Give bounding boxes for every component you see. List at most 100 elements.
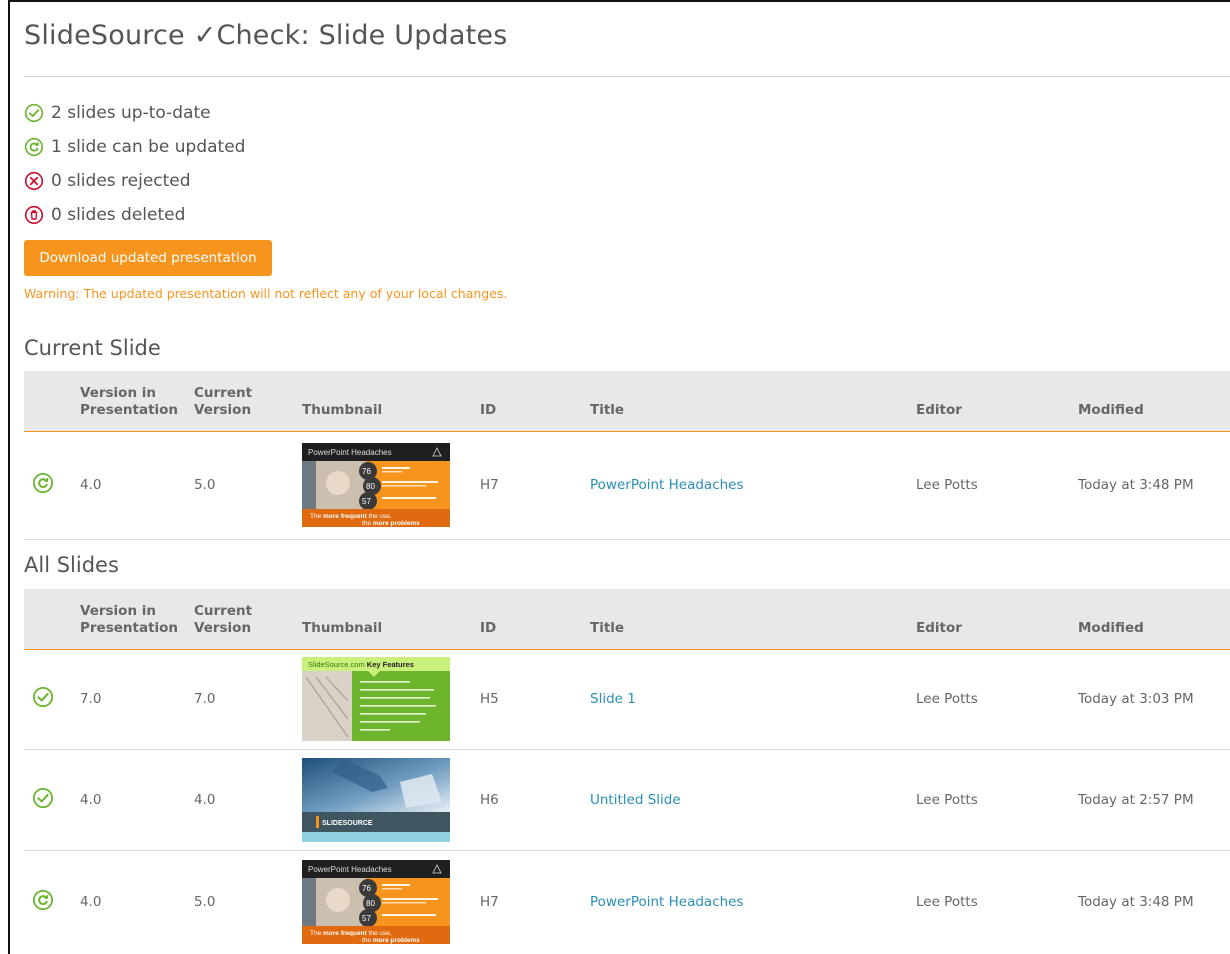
header-line: Current <box>194 602 253 619</box>
table-header-row: Version in Presentation Current Version Th… <box>24 371 1230 431</box>
header-line: Current <box>194 384 253 401</box>
summary-deleted: 0 slides deleted <box>24 198 245 232</box>
heading-part: SlideSource.com <box>308 660 367 669</box>
table-row[interactable]: 4.0 4.0 SLIDESOURCE H6 Untitled Slide Le… <box>24 749 1230 850</box>
refresh-circle-icon <box>32 889 54 911</box>
editor-cell: Lee Potts <box>916 791 978 808</box>
table-row[interactable]: 4.0 5.0 PowerPoint Headaches 76 80 57 Th… <box>24 850 1230 954</box>
id-header[interactable]: ID <box>480 589 590 649</box>
header-line: Version <box>194 401 252 418</box>
title-divider <box>24 76 1230 77</box>
status-column-header <box>24 371 80 431</box>
current-slide-heading: Current Slide <box>24 336 161 360</box>
version-in-presentation-cell: 4.0 <box>80 791 102 808</box>
slide-title-link[interactable]: PowerPoint Headaches <box>590 431 916 539</box>
footer-part: The <box>310 513 323 520</box>
id-cell: H7 <box>480 894 499 910</box>
header-line: Presentation <box>80 619 179 636</box>
summary-rejected: 0 slides rejected <box>24 164 245 198</box>
header-line: Version in <box>80 384 157 401</box>
id-cell: H5 <box>480 691 499 707</box>
id-header[interactable]: ID <box>480 371 590 431</box>
title-header[interactable]: Title <box>590 371 916 431</box>
header-line: Version <box>194 619 252 636</box>
footer-part: the <box>362 520 373 527</box>
footer-part: more problems <box>373 937 420 944</box>
footer-part: more frequent <box>323 930 368 937</box>
thumbnail-stat: 57 <box>362 914 371 923</box>
version-in-presentation-header[interactable]: Version in Presentation <box>80 371 194 431</box>
thumbnail-cell: PowerPoint Headaches 76 80 57 The more f… <box>302 431 480 539</box>
summary-can-update: 1 slide can be updated <box>24 130 245 164</box>
trash-circle-icon <box>24 205 44 225</box>
thumbnail-stat: 80 <box>366 899 375 908</box>
version-in-presentation-header[interactable]: Version in Presentation <box>80 589 194 649</box>
header-line: Presentation <box>80 401 179 418</box>
status-summary: 2 slides up-to-date 1 slide can be updat… <box>24 96 245 232</box>
app-frame: SlideSource ✓Check: Slide Updates 2 slid… <box>8 0 1230 954</box>
status-cell <box>24 649 80 749</box>
modified-header[interactable]: Modified <box>1078 589 1230 649</box>
check-circle-icon <box>24 103 44 123</box>
slide-thumbnail-key-features[interactable]: SlideSource.com Key Features <box>302 657 450 741</box>
thumbnail-header[interactable]: Thumbnail <box>302 589 480 649</box>
status-cell <box>24 431 80 539</box>
status-column-header <box>24 589 80 649</box>
summary-text: 2 slides up-to-date <box>51 103 211 123</box>
footer-part: The <box>310 930 323 937</box>
thumbnail-stat: 76 <box>362 884 371 893</box>
table-row[interactable]: 7.0 7.0 SlideSource.com Key Features H5 … <box>24 649 1230 749</box>
title-header[interactable]: Title <box>590 589 916 649</box>
summary-text: 0 slides deleted <box>51 205 186 225</box>
modified-cell: Today at 2:57 PM <box>1078 791 1194 808</box>
current-version-header[interactable]: Current Version <box>194 589 302 649</box>
x-circle-icon <box>24 171 44 191</box>
slide-title-link[interactable]: PowerPoint Headaches <box>590 850 916 954</box>
editor-header[interactable]: Editor <box>916 371 1078 431</box>
modified-cell: Today at 3:48 PM <box>1078 477 1194 493</box>
modified-header[interactable]: Modified <box>1078 371 1230 431</box>
download-updated-button[interactable]: Download updated presentation <box>24 240 272 276</box>
slide-thumbnail-powerpoint-headaches[interactable]: PowerPoint Headaches 76 80 57 The more f… <box>302 443 450 527</box>
editor-header[interactable]: Editor <box>916 589 1078 649</box>
table-row[interactable]: 4.0 5.0 PowerPoint Headaches 76 80 57 Th… <box>24 431 1230 539</box>
current-version-header[interactable]: Current Version <box>194 371 302 431</box>
status-cell <box>24 749 80 850</box>
all-slides-table: Version in Presentation Current Version Th… <box>24 589 1230 954</box>
thumbnail-stat: 76 <box>362 467 371 476</box>
slide-thumbnail-untitled[interactable]: SLIDESOURCE <box>302 757 450 842</box>
current-slide-table: Version in Presentation Current Version Th… <box>24 371 1230 540</box>
vcheck-mark: ✓ <box>193 20 217 51</box>
version-in-presentation-cell: 4.0 <box>80 477 102 493</box>
thumbnail-stat: 57 <box>362 497 371 506</box>
footer-part: the use, <box>367 513 392 520</box>
version-in-presentation-cell: 7.0 <box>80 691 102 707</box>
title-prefix: SlideSource <box>24 20 194 51</box>
summary-text: 0 slides rejected <box>51 171 191 191</box>
current-version-cell: 5.0 <box>194 477 216 493</box>
table-header-row: Version in Presentation Current Version Th… <box>24 589 1230 649</box>
thumbnail-footer: The more frequent the use, <box>310 930 392 937</box>
slide-thumbnail-powerpoint-headaches[interactable]: PowerPoint Headaches 76 80 57 The more f… <box>302 860 450 944</box>
editor-cell: Lee Potts <box>916 477 978 493</box>
slide-title-link[interactable]: Slide 1 <box>590 649 916 749</box>
check-circle-icon <box>32 787 54 808</box>
heading-part: Key Features <box>367 660 414 669</box>
version-in-presentation-cell: 4.0 <box>80 894 102 910</box>
slide-title-link[interactable]: Untitled Slide <box>590 749 916 850</box>
thumbnail-cell: SlideSource.com Key Features <box>302 649 480 749</box>
check-circle-icon <box>32 686 54 708</box>
editor-cell: Lee Potts <box>916 691 978 707</box>
header-line: Version in <box>80 602 157 619</box>
local-changes-warning: Warning: The updated presentation will n… <box>24 286 508 301</box>
thumbnail-heading: PowerPoint Headaches <box>308 865 392 874</box>
modified-cell: Today at 3:48 PM <box>1078 894 1194 910</box>
current-version-cell: 7.0 <box>194 691 216 707</box>
editor-cell: Lee Potts <box>916 894 978 910</box>
thumbnail-heading: PowerPoint Headaches <box>308 448 392 457</box>
id-cell: H6 <box>480 791 499 808</box>
footer-part: more frequent <box>323 513 368 520</box>
thumbnail-header[interactable]: Thumbnail <box>302 371 480 431</box>
thumbnail-footer: The more frequent the use, <box>310 513 392 520</box>
modified-cell: Today at 3:03 PM <box>1078 691 1194 707</box>
